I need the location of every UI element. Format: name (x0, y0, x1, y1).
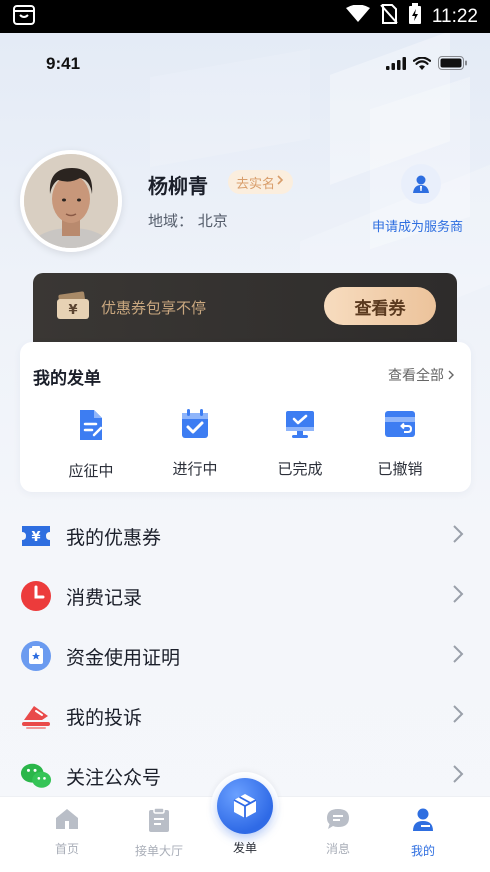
menu-item-label: 资金使用证明 (66, 646, 181, 669)
order-status-in-progress[interactable]: 进行中 (150, 408, 240, 479)
view-all-orders-link[interactable]: 查看全部 (388, 365, 455, 385)
menu-item-label: 我的投诉 (66, 706, 143, 729)
svg-text:¥: ¥ (68, 303, 77, 318)
view-coupons-button[interactable]: 查看券 (324, 287, 436, 325)
order-status-label: 已完成 (277, 460, 323, 478)
coupon-icon: ¥ (20, 520, 52, 552)
home-icon (54, 807, 80, 835)
tab-order-hall[interactable]: 接单大厅 (114, 807, 204, 859)
clipboard-icon (147, 807, 171, 837)
chevron-right-icon (452, 704, 464, 728)
app-notification-icon (12, 4, 36, 30)
order-status-label: 应征中 (68, 462, 114, 480)
chevron-right-icon (275, 174, 285, 190)
tab-messages[interactable]: 消息 (293, 807, 383, 857)
coupon-banner: ¥ 优惠券包享不停 查看券 (33, 273, 457, 353)
certificate-icon (20, 640, 52, 672)
tab-label: 发单 (232, 841, 257, 855)
battery-charging-icon (408, 3, 422, 30)
coupon-ticket-icon: ¥ (55, 291, 91, 325)
system-status-bar: 11:22 (0, 0, 490, 33)
system-time: 11:22 (431, 5, 478, 27)
no-sim-icon (380, 4, 398, 29)
menu-item-label: 我的优惠券 (66, 526, 162, 549)
post-order-button[interactable] (211, 772, 279, 840)
wifi-icon (412, 55, 432, 74)
clock-icon (20, 580, 52, 612)
orders-title: 我的发单 (33, 369, 101, 389)
ios-status-bar: 9:41 (0, 46, 490, 82)
menu-item-label: 消费记录 (66, 586, 143, 609)
order-status-label: 已撤销 (377, 460, 423, 478)
svg-text:¥: ¥ (31, 530, 40, 545)
chevron-right-icon (452, 524, 464, 548)
document-edit-icon (76, 408, 106, 446)
order-status-pending[interactable]: 应征中 (46, 408, 136, 481)
card-undo-icon (384, 408, 416, 444)
menu-item-label: 关注公众号 (66, 766, 162, 789)
order-status-cancelled[interactable]: 已撤销 (355, 408, 445, 479)
user-name: 杨柳青 (148, 174, 208, 198)
apply-provider-link[interactable]: 申请成为服务商 (372, 216, 463, 235)
menu-item-spending-records[interactable]: 消费记录 (0, 566, 490, 626)
verify-identity-button[interactable]: 去实名 (228, 170, 294, 194)
monitor-check-icon (284, 408, 316, 444)
battery-icon (438, 55, 468, 74)
tab-label: 首页 (54, 842, 79, 856)
cellular-signal-icon (386, 55, 406, 74)
view-all-label: 查看全部 (388, 368, 444, 384)
verify-label: 去实名 (236, 176, 276, 192)
my-orders-card: 我的发单 查看全部 应征中 进行中 已完成 已撤销 (20, 342, 471, 492)
package-icon (217, 778, 273, 834)
avatar[interactable] (20, 150, 122, 252)
message-icon (325, 807, 351, 835)
ios-time: 9:41 (46, 54, 81, 73)
chevron-right-icon (452, 584, 464, 608)
menu-item-fund-certificate[interactable]: 资金使用证明 (0, 626, 490, 686)
order-status-completed[interactable]: 已完成 (255, 408, 345, 479)
chevron-right-icon (452, 644, 464, 668)
user-icon (411, 807, 435, 837)
chevron-right-icon (452, 764, 464, 788)
user-region: 地域： 北京 (148, 212, 228, 230)
provider-avatar-icon[interactable] (401, 164, 441, 204)
tab-home[interactable]: 首页 (22, 807, 112, 857)
menu-item-my-coupons[interactable]: ¥ 我的优惠券 (0, 506, 490, 566)
tab-label: 消息 (325, 842, 350, 856)
chevron-right-icon (448, 370, 454, 380)
menu-item-my-complaints[interactable]: 我的投诉 (0, 686, 490, 746)
coupon-banner-text: 优惠券包享不停 (101, 299, 207, 317)
complaint-icon (20, 700, 52, 732)
calendar-check-icon (179, 408, 211, 444)
wifi-icon (345, 4, 370, 28)
wechat-icon (20, 760, 52, 792)
tab-label: 接单大厅 (134, 844, 183, 858)
order-status-label: 进行中 (172, 460, 218, 478)
tab-label: 我的 (410, 844, 435, 858)
tab-mine[interactable]: 我的 (378, 807, 468, 859)
